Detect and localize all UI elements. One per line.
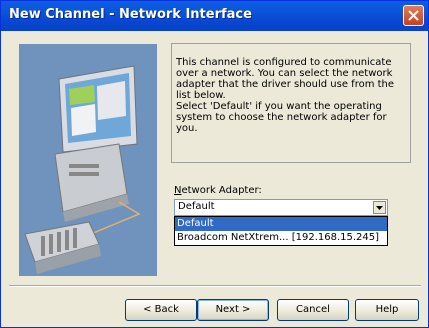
selected-adapter-value: Default bbox=[178, 201, 215, 212]
network-illustration bbox=[19, 44, 157, 276]
cancel-button[interactable]: Cancel bbox=[277, 299, 349, 321]
network-computer-plc-image bbox=[19, 44, 157, 276]
adapter-option-broadcom[interactable]: Broadcom NetXtrem... [192.168.15.245] bbox=[175, 231, 387, 245]
description-box: This channel is configured to communicat… bbox=[171, 43, 411, 163]
next-button[interactable]: Next > bbox=[197, 299, 269, 321]
window-title: New Channel - Network Interface bbox=[9, 7, 252, 22]
chevron-down-icon bbox=[376, 205, 383, 210]
help-button[interactable]: Help bbox=[355, 299, 419, 321]
title-bar[interactable]: New Channel - Network Interface bbox=[1, 1, 428, 31]
close-icon bbox=[408, 10, 419, 21]
network-adapter-select[interactable]: Default bbox=[174, 199, 388, 216]
close-button[interactable] bbox=[403, 5, 424, 26]
network-adapter-label: Network Adapter: bbox=[174, 185, 262, 196]
adapter-option-default[interactable]: Default bbox=[175, 217, 387, 231]
dropdown-arrow-button[interactable] bbox=[373, 201, 386, 214]
network-adapter-dropdown-list[interactable]: Default Broadcom NetXtrem... [192.168.15… bbox=[174, 216, 388, 246]
description-text-1: This channel is configured to communicat… bbox=[176, 57, 395, 101]
description-text-2: Select 'Default' if you want the operati… bbox=[176, 101, 387, 134]
button-separator bbox=[9, 285, 421, 287]
dialog-window: New Channel - Network Interface This cha… bbox=[0, 0, 429, 328]
back-button[interactable]: < Back bbox=[125, 299, 197, 321]
